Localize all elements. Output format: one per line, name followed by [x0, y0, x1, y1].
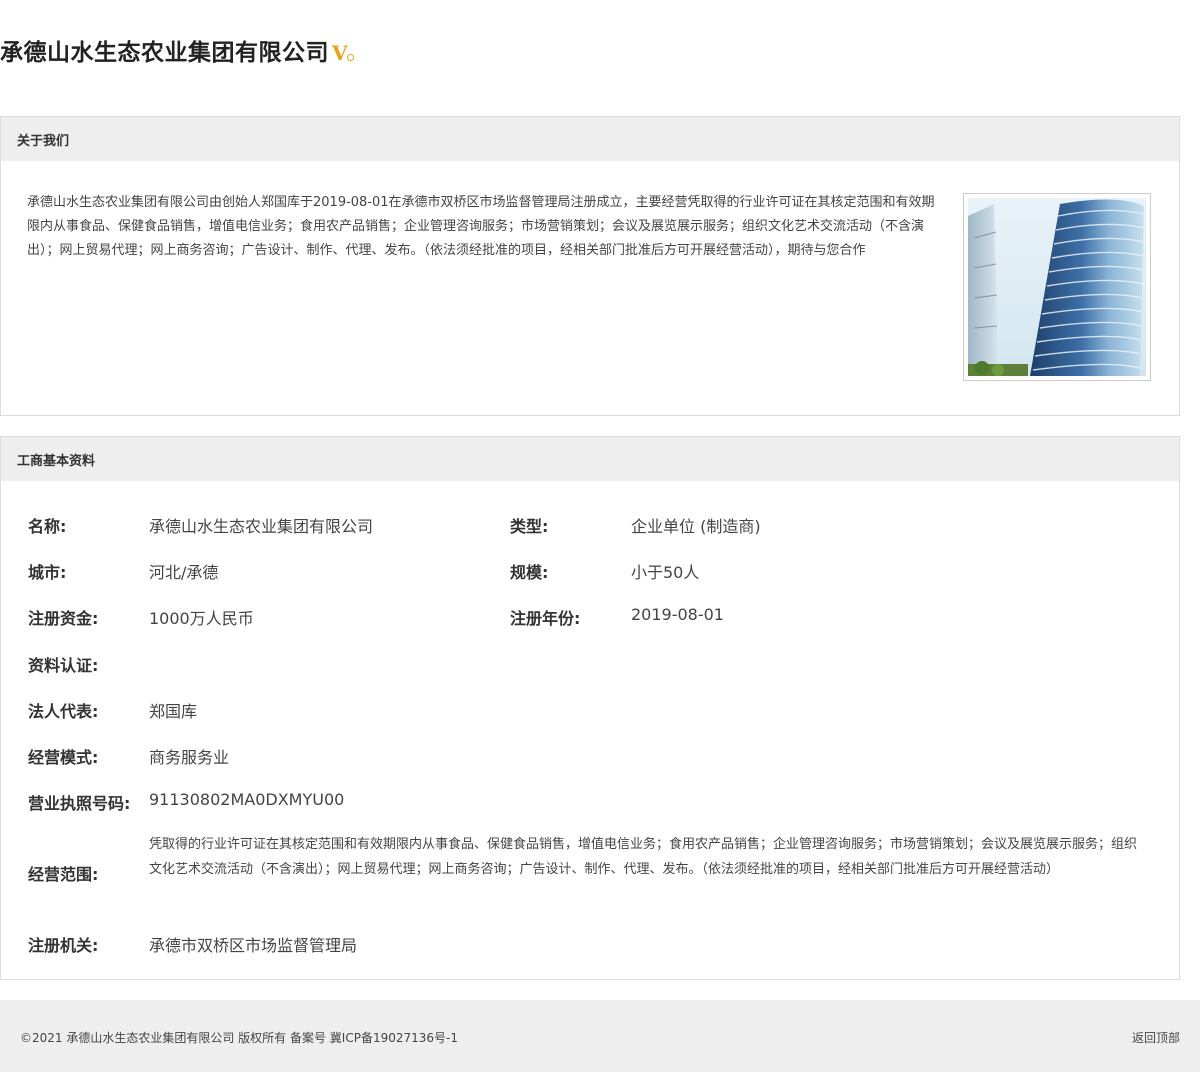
- business-scope-label: 经营范围:: [28, 865, 99, 884]
- scale-value: 小于50人: [631, 563, 700, 582]
- registration-authority-value: 承德市双桥区市场监督管理局: [149, 936, 358, 955]
- legal-rep-label: 法人代表:: [28, 702, 99, 721]
- capital-value: 1000万人民币: [149, 609, 254, 628]
- registration-authority-label: 注册机关:: [28, 936, 99, 955]
- type-label: 类型:: [510, 517, 549, 536]
- capital-label: 注册资金:: [28, 609, 99, 628]
- license-number-value: 91130802MA0DXMYU00: [149, 790, 345, 809]
- about-us-panel: 关于我们 承德山水生态农业集团有限公司由创始人郑国库于2019-08-01在承德…: [0, 116, 1180, 416]
- scale-label: 规模:: [510, 563, 549, 582]
- about-us-description: 承德山水生态农业集团有限公司由创始人郑国库于2019-08-01在承德市双桥区市…: [27, 195, 935, 258]
- company-profile-page: 承德山水生态农业集团有限公司 V 关于我们 承德山水生态农业集团有限公司由创始人…: [0, 0, 1200, 1072]
- business-info-heading: 工商基本资料: [1, 437, 1179, 481]
- company-name-title: 承德山水生态农业集团有限公司: [0, 40, 329, 66]
- verified-badge-dot: [346, 54, 354, 61]
- business-mode-label: 经营模式:: [28, 748, 99, 767]
- company-header: 承德山水生态农业集团有限公司 V: [0, 28, 354, 72]
- business-info-panel: 工商基本资料 名称: 承德山水生态农业集团有限公司 类型: 企业单位 (制造商)…: [0, 436, 1180, 980]
- verified-badge-icon: V: [332, 41, 354, 65]
- business-scope-value: 凭取得的行业许可证在其核定范围和有效期限内从事食品、保健食品销售，增值电信业务；…: [149, 837, 1138, 877]
- reg-year-value: 2019-08-01: [631, 605, 724, 624]
- company-photo: [963, 193, 1151, 381]
- name-label: 名称:: [28, 517, 67, 536]
- business-mode-value: 商务服务业: [149, 748, 230, 767]
- verified-badge-letter: V: [332, 41, 348, 65]
- page-footer: ©2021 承德山水生态农业集团有限公司 版权所有 备案号 冀ICP备19027…: [0, 1000, 1200, 1072]
- license-number-label: 营业执照号码:: [28, 794, 131, 813]
- back-to-top-link[interactable]: 返回顶部: [1132, 1029, 1180, 1046]
- city-label: 城市:: [28, 563, 67, 582]
- footer-copyright: ©2021 承德山水生态农业集团有限公司 版权所有 备案号 冀ICP备19027…: [20, 1031, 458, 1045]
- reg-year-label: 注册年份:: [510, 609, 581, 628]
- office-building-photo-icon: [968, 198, 1146, 376]
- type-value: 企业单位 (制造商): [631, 517, 761, 536]
- legal-rep-value: 郑国库: [149, 702, 198, 721]
- certification-label: 资料认证:: [28, 656, 99, 675]
- about-us-heading: 关于我们: [1, 117, 1179, 161]
- name-value: 承德山水生态农业集团有限公司: [149, 517, 374, 536]
- city-value: 河北/承德: [149, 563, 219, 582]
